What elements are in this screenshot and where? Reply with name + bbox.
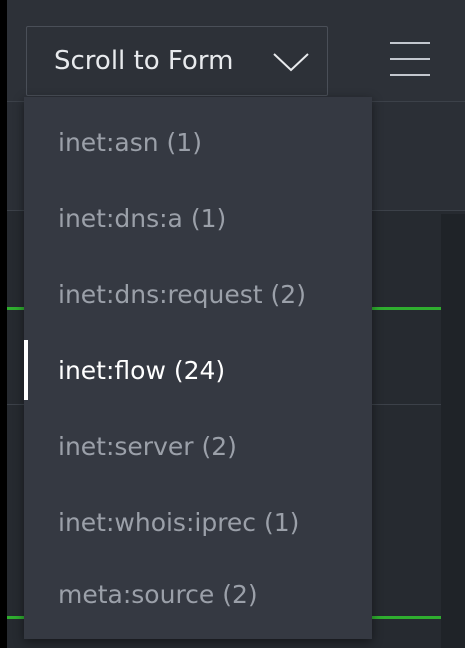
form-dropdown-menu: inet:asn (1) inet:dns:a (1) inet:dns:req… [24,97,372,639]
dropdown-item-inet-flow[interactable]: inet:flow (24) [24,332,372,408]
dropdown-item-inet-dns-a[interactable]: inet:dns:a (1) [24,180,372,256]
hamburger-menu-icon[interactable] [383,38,435,80]
dropdown-item-label: inet:server (2) [58,431,237,461]
background-scrollbar[interactable] [441,214,465,648]
scroll-to-form-button[interactable]: Scroll to Form [26,26,328,96]
dropdown-item-label: inet:whois:iprec (1) [58,507,300,537]
dropdown-item-label: meta:source (2) [58,579,258,609]
chevron-down-icon [273,53,309,72]
dropdown-item-inet-whois-iprec[interactable]: inet:whois:iprec (1) [24,484,372,560]
dropdown-item-inet-server[interactable]: inet:server (2) [24,408,372,484]
dropdown-item-label: inet:dns:a (1) [58,203,227,233]
dropdown-item-label: inet:flow (24) [58,355,226,385]
dropdown-item-inet-dns-request[interactable]: inet:dns:request (2) [24,256,372,332]
app-frame: Scroll to Form inet:asn (1) inet:dns:a (… [7,0,465,648]
dropdown-item-label: inet:asn (1) [58,127,202,157]
dropdown-item-inet-asn[interactable]: inet:asn (1) [24,104,372,180]
dropdown-item-label: inet:dns:request (2) [58,279,306,309]
scroll-to-form-label: Scroll to Form [54,46,234,76]
dropdown-item-meta-source[interactable]: meta:source (2) [24,556,372,632]
